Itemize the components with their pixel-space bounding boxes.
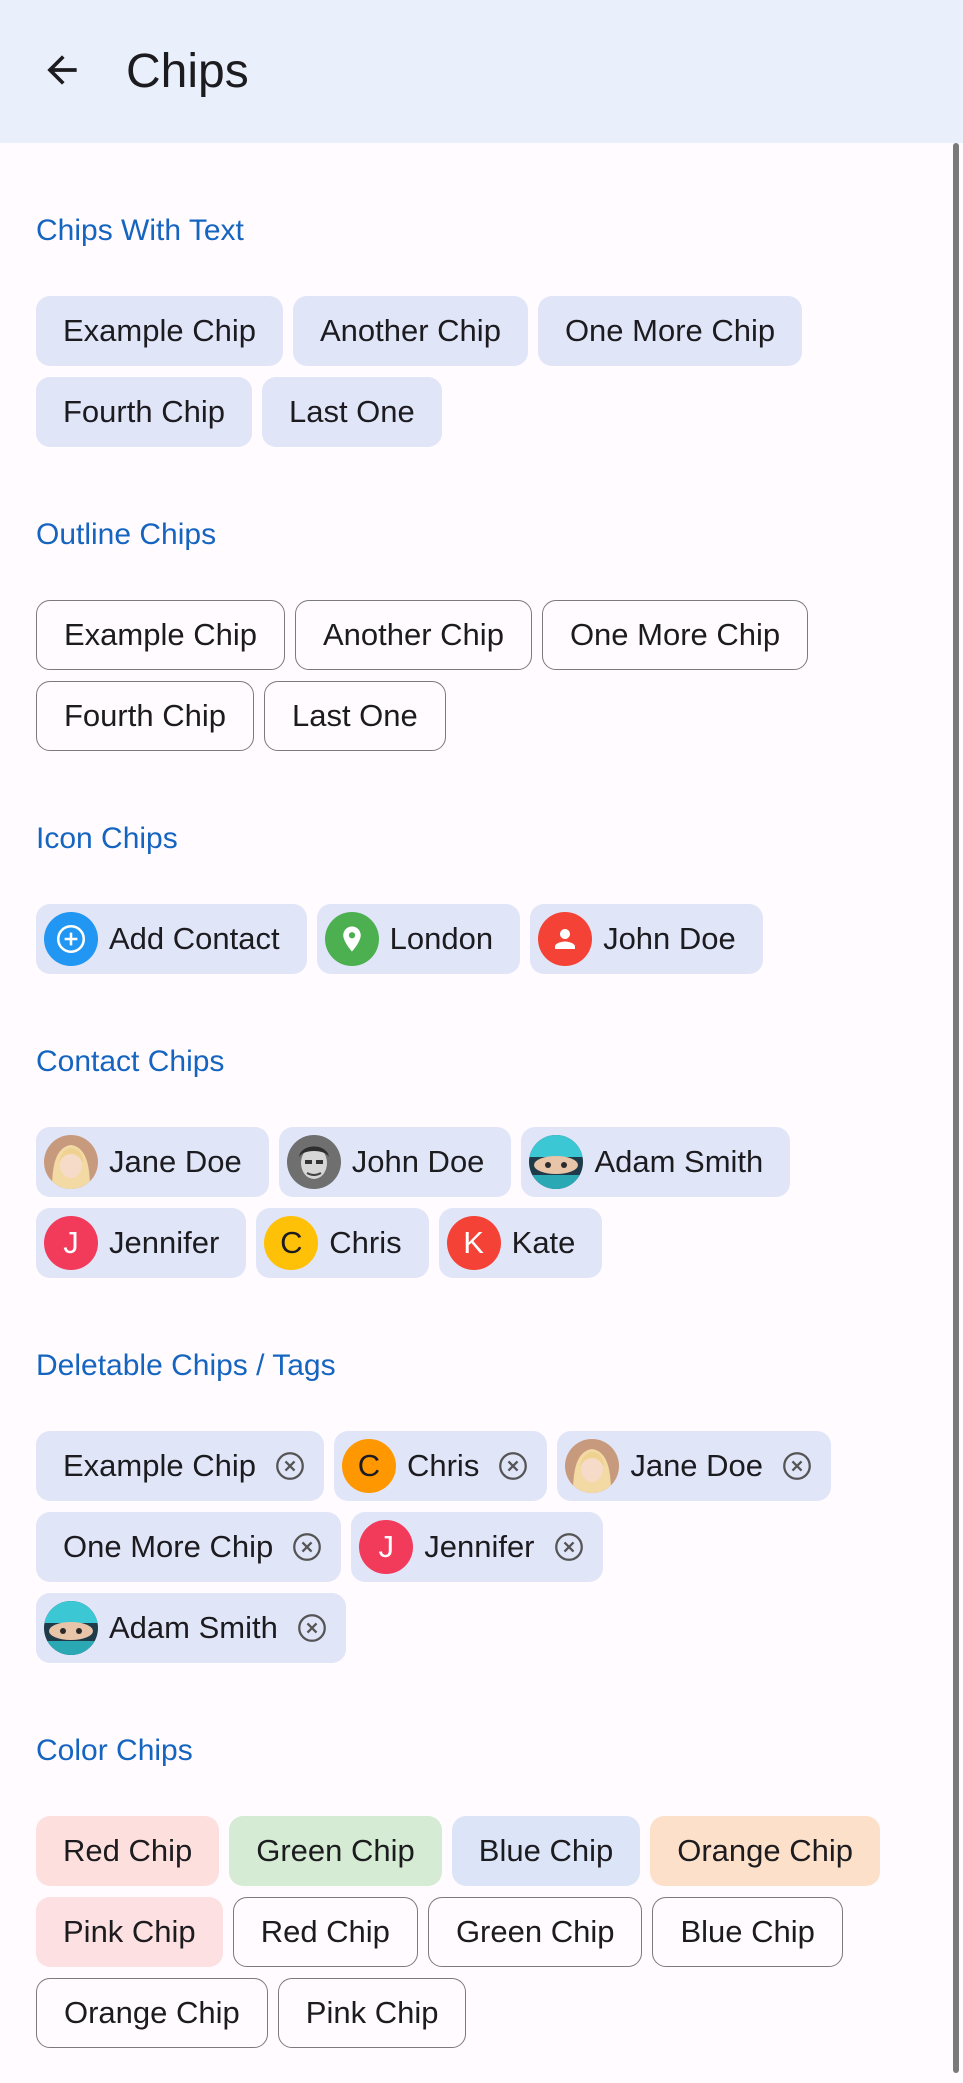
contact-chip[interactable]: Jane Doe [36, 1127, 269, 1197]
chip[interactable]: Fourth Chip [36, 377, 252, 447]
app-bar: Chips [0, 0, 963, 143]
section-title: Outline Chips [36, 518, 217, 551]
chip-label: John Doe [603, 921, 736, 956]
cancel-icon[interactable] [779, 1448, 815, 1484]
avatar-initial: J [44, 1216, 98, 1270]
avatar [44, 1135, 98, 1189]
outline-color-chip-blue[interactable]: Blue Chip [652, 1897, 843, 1967]
page-title: Chips [126, 45, 249, 98]
avatar [529, 1135, 584, 1189]
person-icon [538, 912, 593, 966]
color-chip-orange[interactable]: Orange Chip [650, 1816, 880, 1886]
cancel-icon[interactable] [272, 1448, 308, 1484]
scrollbar[interactable] [953, 143, 959, 2073]
section-icon-chips: Icon Chips Add Contact London John Doe [36, 751, 916, 974]
color-chip-green[interactable]: Green Chip [229, 1816, 442, 1886]
section-title: Color Chips [36, 1734, 193, 1767]
chip-group: Example Chip C Chris Jane Doe One More C… [36, 1431, 916, 1663]
cancel-icon[interactable] [294, 1610, 330, 1646]
avatar [44, 1601, 98, 1655]
outline-color-chip-red[interactable]: Red Chip [232, 1897, 418, 1967]
avatar-initial: J [359, 1520, 414, 1574]
chip-label: One More Chip [63, 1529, 274, 1564]
chip-label: Adam Smith [594, 1144, 764, 1179]
back-button[interactable] [26, 42, 98, 102]
chip-label: Jane Doe [630, 1448, 764, 1483]
outline-chip[interactable]: Fourth Chip [36, 681, 254, 751]
contact-chip[interactable]: C Chris [256, 1208, 429, 1278]
chip[interactable]: Another Chip [292, 296, 528, 366]
avatar-initial: C [264, 1216, 319, 1270]
section-color-chips: Color Chips Red Chip Green Chip Blue Chi… [36, 1663, 916, 2048]
section-outline-chips: Outline Chips Example Chip Another Chip … [36, 447, 916, 751]
color-chip-pink[interactable]: Pink Chip [36, 1897, 223, 1967]
chip-group: Example Chip Another Chip One More Chip … [36, 600, 916, 751]
chip-label: Example Chip [63, 1448, 256, 1483]
avatar [286, 1135, 341, 1189]
cancel-icon[interactable] [495, 1448, 531, 1484]
cancel-icon[interactable] [289, 1529, 325, 1565]
deletable-chip[interactable]: Adam Smith [36, 1593, 346, 1663]
cancel-icon[interactable] [551, 1529, 587, 1565]
chip[interactable]: Example Chip [36, 296, 283, 366]
outline-chip[interactable]: One More Chip [541, 600, 809, 670]
outline-chip[interactable]: Last One [263, 681, 446, 751]
chip-group: Red Chip Green Chip Blue Chip Orange Chi… [36, 1816, 916, 2048]
avatar [565, 1439, 620, 1493]
arrow-back-icon [40, 48, 84, 97]
color-chip-blue[interactable]: Blue Chip [451, 1816, 641, 1886]
icon-chip-john-doe[interactable]: John Doe [530, 904, 763, 974]
deletable-chip[interactable]: Jane Doe [557, 1431, 832, 1501]
icon-chip-add-contact[interactable]: Add Contact [36, 904, 307, 974]
section-contact-chips: Contact Chips Jane Doe John Doe Adam Smi… [36, 974, 916, 1278]
add-icon [44, 912, 98, 966]
chip-group: Example Chip Another Chip One More Chip … [36, 296, 916, 447]
chip-group: Add Contact London John Doe [36, 904, 916, 974]
icon-chip-london[interactable]: London [316, 904, 521, 974]
color-chip-red[interactable]: Red Chip [36, 1816, 220, 1886]
section-title: Icon Chips [36, 822, 178, 855]
chip-sections: Chips With Text Example Chip Another Chi… [36, 143, 916, 2048]
deletable-chip[interactable]: C Chris [333, 1431, 548, 1501]
outline-color-chip-orange[interactable]: Orange Chip [36, 1978, 268, 2048]
avatar-initial: K [446, 1216, 501, 1270]
chip-label: Jane Doe [109, 1144, 242, 1179]
chip-label: Kate [511, 1225, 576, 1260]
deletable-chip[interactable]: One More Chip [36, 1512, 342, 1582]
deletable-chip[interactable]: J Jennifer [351, 1512, 603, 1582]
chip-label: Chris [406, 1448, 480, 1483]
chip-label: Add Contact [109, 921, 280, 956]
chip-label: Jennifer [424, 1529, 535, 1564]
chip-label: Jennifer [109, 1225, 220, 1260]
contact-chip[interactable]: Adam Smith [521, 1127, 791, 1197]
chip[interactable]: One More Chip [537, 296, 803, 366]
chip-label: Adam Smith [109, 1610, 278, 1645]
outline-chip[interactable]: Another Chip [294, 600, 532, 670]
contact-chip[interactable]: K Kate [438, 1208, 603, 1278]
chip[interactable]: Last One [261, 377, 442, 447]
section-text-chips: Chips With Text Example Chip Another Chi… [36, 143, 916, 447]
contact-chip[interactable]: John Doe [278, 1127, 512, 1197]
outline-color-chip-green[interactable]: Green Chip [427, 1897, 643, 1967]
location-pin-icon [324, 912, 379, 966]
section-title: Contact Chips [36, 1045, 225, 1078]
section-title: Deletable Chips / Tags [36, 1349, 336, 1382]
chip-label: London [389, 921, 494, 956]
section-deletable-chips: Deletable Chips / Tags Example Chip C Ch… [36, 1278, 916, 1663]
chip-label: Chris [329, 1225, 402, 1260]
contact-chip[interactable]: J Jennifer [36, 1208, 247, 1278]
deletable-chip[interactable]: Example Chip [36, 1431, 324, 1501]
chip-group: Jane Doe John Doe Adam Smith J Jennifer … [36, 1127, 916, 1278]
outline-color-chip-pink[interactable]: Pink Chip [277, 1978, 467, 2048]
avatar-initial: C [341, 1439, 396, 1493]
chip-label: John Doe [351, 1144, 485, 1179]
outline-chip[interactable]: Example Chip [36, 600, 285, 670]
section-title: Chips With Text [36, 214, 244, 247]
